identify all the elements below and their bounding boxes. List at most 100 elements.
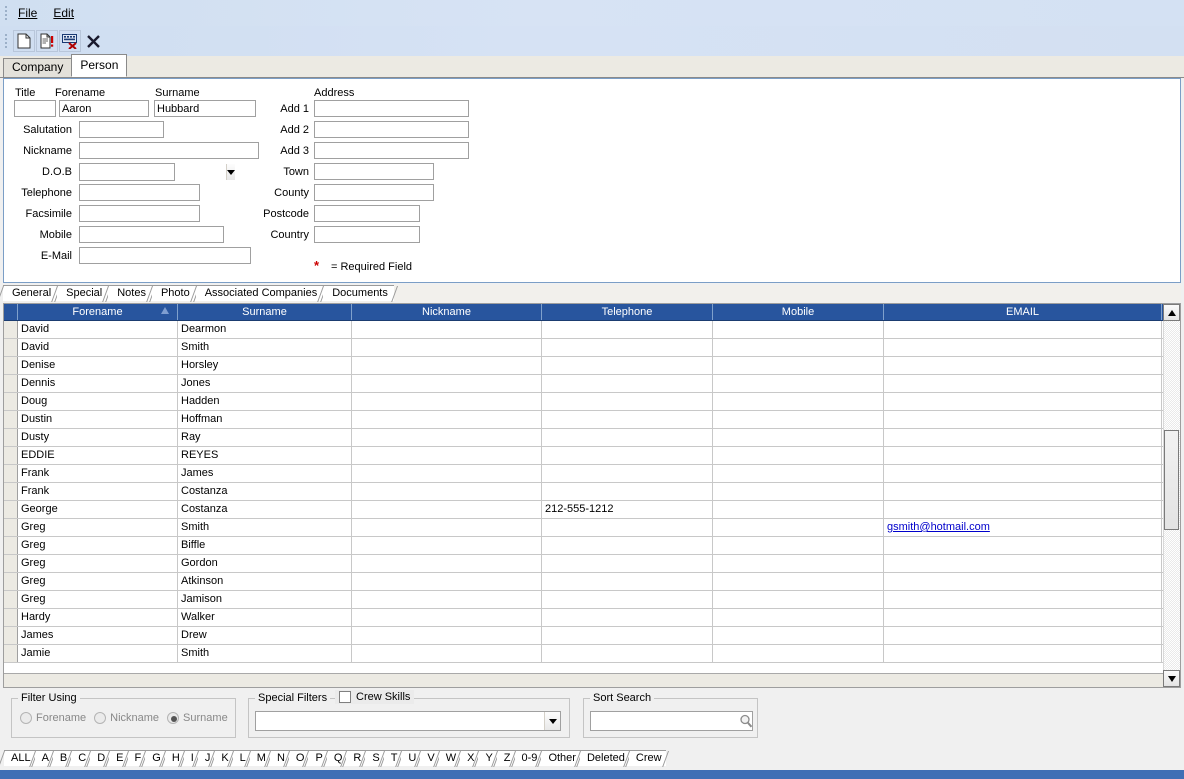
table-row[interactable]: Doug Hadden	[4, 393, 1180, 411]
row-selector-cell[interactable]	[4, 393, 18, 410]
dob-dropdown-button[interactable]	[226, 164, 235, 180]
table-row[interactable]: Greg Biffle	[4, 537, 1180, 555]
grid-header-nickname[interactable]: Nickname	[352, 304, 542, 320]
row-selector-cell[interactable]	[4, 555, 18, 572]
edit-document-button[interactable]	[36, 30, 58, 52]
row-selector-cell[interactable]	[4, 429, 18, 446]
table-row[interactable]: Greg Gordon	[4, 555, 1180, 573]
title-field[interactable]	[14, 100, 56, 117]
sort-search-box[interactable]	[590, 711, 753, 731]
row-selector-cell[interactable]	[4, 483, 18, 500]
grid-header-forename[interactable]: Forename	[18, 304, 178, 320]
address3-field[interactable]	[314, 142, 469, 159]
table-row[interactable]: David Dearmon	[4, 321, 1180, 339]
tab-company[interactable]: Company	[3, 58, 73, 77]
crew-skills-checkbox[interactable]: Crew Skills	[335, 690, 415, 704]
special-filter-combobox[interactable]	[255, 711, 561, 731]
cell-nickname	[352, 555, 542, 572]
section-tab-special[interactable]: Special	[57, 285, 109, 301]
special-filter-field[interactable]	[256, 712, 544, 730]
alpha-tab-deleted[interactable]: Deleted	[579, 750, 629, 766]
grid-header-telephone[interactable]: Telephone	[542, 304, 713, 320]
table-row[interactable]: Dusty Ray	[4, 429, 1180, 447]
toolbar-drag-gripper[interactable]	[2, 32, 10, 50]
row-selector-cell[interactable]	[4, 537, 18, 554]
row-selector-cell[interactable]	[4, 411, 18, 428]
telephone-field[interactable]	[79, 184, 200, 201]
address1-field[interactable]	[314, 100, 469, 117]
table-row[interactable]: David Smith	[4, 339, 1180, 357]
table-row[interactable]: James Drew	[4, 627, 1180, 645]
radio-forename[interactable]: Forename	[20, 712, 86, 724]
delete-record-button[interactable]	[59, 30, 81, 52]
section-tab-photo[interactable]: Photo	[151, 285, 196, 301]
search-input[interactable]	[591, 715, 739, 727]
scrollbar-thumb[interactable]	[1164, 430, 1179, 530]
table-row[interactable]: Frank James	[4, 465, 1180, 483]
radio-nickname[interactable]: Nickname	[94, 712, 159, 724]
table-row[interactable]: Jamie Smith	[4, 645, 1180, 663]
grid-header-email[interactable]: EMAIL	[884, 304, 1162, 320]
alpha-tab-crew[interactable]: Crew	[628, 750, 666, 766]
row-selector-cell[interactable]	[4, 447, 18, 464]
cell-telephone	[542, 609, 713, 626]
nickname-field[interactable]	[79, 142, 259, 159]
table-row[interactable]: Denise Horsley	[4, 357, 1180, 375]
radio-surname[interactable]: Surname	[167, 712, 228, 724]
search-icon-wrap[interactable]	[739, 714, 753, 728]
section-tab-general[interactable]: General	[3, 285, 58, 301]
grid-header-selector[interactable]	[4, 304, 18, 320]
row-selector-cell[interactable]	[4, 321, 18, 338]
grid-header-mobile[interactable]: Mobile	[713, 304, 884, 320]
forename-field[interactable]	[59, 100, 149, 117]
dob-combobox[interactable]	[79, 163, 235, 181]
facsimile-field[interactable]	[79, 205, 200, 222]
new-document-button[interactable]	[13, 30, 35, 52]
cell-surname: Drew	[178, 627, 352, 644]
row-selector-cell[interactable]	[4, 645, 18, 662]
row-selector-cell[interactable]	[4, 375, 18, 392]
row-selector-cell[interactable]	[4, 519, 18, 536]
close-button[interactable]	[82, 30, 104, 52]
tab-person[interactable]: Person	[71, 54, 128, 77]
section-tab-documents[interactable]: Documents	[323, 285, 394, 301]
row-selector-cell[interactable]	[4, 591, 18, 608]
table-row[interactable]: Greg Smith gsmith@hotmail.com	[4, 519, 1180, 537]
table-row[interactable]: Hardy Walker	[4, 609, 1180, 627]
section-tab-notes[interactable]: Notes	[108, 285, 152, 301]
email-link[interactable]: gsmith@hotmail.com	[887, 521, 990, 533]
mobile-field[interactable]	[79, 226, 224, 243]
postcode-field[interactable]	[314, 205, 420, 222]
menu-file[interactable]: File	[10, 4, 45, 22]
grid-header-surname[interactable]: Surname	[178, 304, 352, 320]
country-field[interactable]	[314, 226, 420, 243]
email-field[interactable]	[79, 247, 251, 264]
row-selector-cell[interactable]	[4, 573, 18, 590]
scroll-up-button[interactable]	[1163, 304, 1180, 321]
table-row[interactable]: Dennis Jones	[4, 375, 1180, 393]
surname-field[interactable]	[154, 100, 256, 117]
table-row[interactable]: George Costanza 212-555-1212	[4, 501, 1180, 519]
table-row[interactable]: Greg Jamison	[4, 591, 1180, 609]
grid-vertical-scrollbar[interactable]	[1163, 304, 1180, 687]
table-row[interactable]: EDDIE REYES	[4, 447, 1180, 465]
row-selector-cell[interactable]	[4, 609, 18, 626]
table-row[interactable]: Greg Atkinson	[4, 573, 1180, 591]
address2-field[interactable]	[314, 121, 469, 138]
county-field[interactable]	[314, 184, 434, 201]
row-selector-cell[interactable]	[4, 339, 18, 356]
dob-field[interactable]	[80, 164, 226, 180]
table-row[interactable]: Dustin Hoffman	[4, 411, 1180, 429]
table-row[interactable]: Frank Costanza	[4, 483, 1180, 501]
row-selector-cell[interactable]	[4, 501, 18, 518]
row-selector-cell[interactable]	[4, 627, 18, 644]
special-filter-dropdown-button[interactable]	[544, 712, 560, 730]
section-tab-associated-companies[interactable]: Associated Companies	[195, 285, 324, 301]
town-field[interactable]	[314, 163, 434, 180]
scroll-down-button[interactable]	[1163, 670, 1180, 687]
row-selector-cell[interactable]	[4, 357, 18, 374]
menu-drag-gripper[interactable]	[2, 4, 10, 22]
menu-edit[interactable]: Edit	[45, 4, 82, 22]
salutation-field[interactable]	[79, 121, 164, 138]
row-selector-cell[interactable]	[4, 465, 18, 482]
